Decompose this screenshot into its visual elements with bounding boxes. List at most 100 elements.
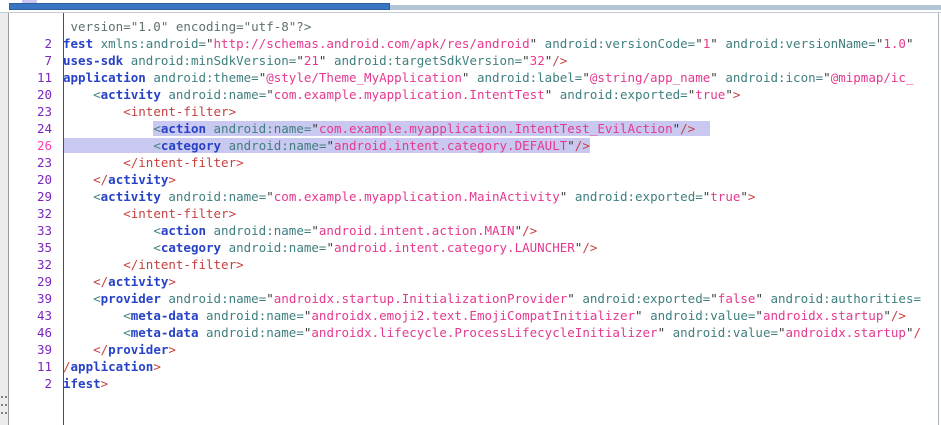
grip-dot xyxy=(1,396,3,398)
code-text[interactable]: <intent-filter> xyxy=(58,205,941,222)
code-text[interactable]: <meta-data android:name="androidx.lifecy… xyxy=(58,324,941,341)
token: > xyxy=(153,359,161,374)
token xyxy=(123,53,131,68)
token xyxy=(643,308,651,323)
code-text[interactable]: version="1.0" encoding="utf-8"?> xyxy=(58,18,941,35)
code-text[interactable]: <category android:name="android.intent.c… xyxy=(58,239,941,256)
token: ifest xyxy=(63,376,101,391)
token: " xyxy=(582,70,590,85)
code-line[interactable]: version="1.0" encoding="utf-8"?> xyxy=(0,18,941,35)
horizontal-scrollbar-thumb[interactable] xyxy=(9,3,390,10)
code-rows[interactable]: version="1.0" encoding="utf-8"?>2fest xm… xyxy=(0,18,941,392)
code-text[interactable]: ifest> xyxy=(58,375,941,392)
selected-token: android:name= xyxy=(214,121,312,136)
token: " xyxy=(515,223,523,238)
token xyxy=(93,36,101,51)
code-line[interactable]: 2fest xmlns:android="http://schemas.andr… xyxy=(0,35,941,52)
code-text[interactable]: uses-sdk android:minSdkVersion="21" andr… xyxy=(58,52,941,69)
token: " xyxy=(266,87,274,102)
selected-token: < xyxy=(153,121,161,136)
code-text[interactable]: <action android:name="com.example.myappl… xyxy=(58,120,941,137)
token xyxy=(63,206,123,221)
token: <intent-filter> xyxy=(123,104,236,119)
token xyxy=(206,223,214,238)
token: version="1.0" encoding="utf-8"?> xyxy=(63,19,311,34)
code-line[interactable]: 29 </activity> xyxy=(0,273,941,290)
token: > xyxy=(168,274,176,289)
token: " xyxy=(658,325,666,340)
code-line[interactable]: 33 <action android:name="android.intent.… xyxy=(0,222,941,239)
code-line[interactable]: 20 </activity> xyxy=(0,171,941,188)
token: < xyxy=(93,189,101,204)
token: true xyxy=(695,87,725,102)
selected-token: android.intent.category.DEFAULT xyxy=(334,138,567,153)
token: < xyxy=(93,87,101,102)
code-line[interactable]: 35 <category android:name="android.inten… xyxy=(0,239,941,256)
code-text[interactable]: <meta-data android:name="androidx.emoji2… xyxy=(58,307,941,324)
gutter-separator-line xyxy=(63,13,64,425)
token: " xyxy=(266,189,274,204)
token: android:label= xyxy=(477,70,582,85)
code-text[interactable]: </activity> xyxy=(58,171,941,188)
token: " xyxy=(710,70,718,85)
code-line[interactable]: 20 <activity android:name="com.example.m… xyxy=(0,86,941,103)
selected-token: com.example.myapplication.IntentTest_Evi… xyxy=(319,121,673,136)
token: android:minSdkVersion= xyxy=(131,53,297,68)
code-line[interactable]: 32 </intent-filter> xyxy=(0,256,941,273)
horizontal-scrollbar-track[interactable] xyxy=(390,5,941,10)
token: " xyxy=(823,70,831,85)
code-text[interactable]: application android:theme="@style/Theme_… xyxy=(58,69,941,86)
code-line[interactable]: 7uses-sdk android:minSdkVersion="21" and… xyxy=(0,52,941,69)
token: " xyxy=(296,53,304,68)
code-line[interactable]: 39 <provider android:name="androidx.star… xyxy=(0,290,941,307)
token xyxy=(198,325,206,340)
token: 1.0 xyxy=(883,36,906,51)
code-text[interactable]: fest xmlns:android="http://schemas.andro… xyxy=(58,35,941,52)
token: /> xyxy=(522,223,537,238)
xml-code-editor[interactable]: version="1.0" encoding="utf-8"?>2fest xm… xyxy=(0,13,941,425)
code-line[interactable]: 32 <intent-filter> xyxy=(0,205,941,222)
code-text[interactable]: </activity> xyxy=(58,273,941,290)
token: > xyxy=(748,189,756,204)
code-text[interactable]: /application> xyxy=(58,358,941,375)
token xyxy=(63,291,93,306)
selected-token: action xyxy=(161,121,206,136)
token xyxy=(63,274,93,289)
token: " xyxy=(567,291,575,306)
token: " xyxy=(710,291,718,306)
token: @string/app_name xyxy=(590,70,710,85)
token: " xyxy=(311,223,319,238)
token: < xyxy=(93,291,101,306)
code-line[interactable]: 43 <meta-data android:name="androidx.emo… xyxy=(0,307,941,324)
code-line[interactable]: 46 <meta-data android:name="androidx.lif… xyxy=(0,324,941,341)
code-line[interactable]: 11application android:theme="@style/Them… xyxy=(0,69,941,86)
code-text[interactable]: <provider android:name="androidx.startup… xyxy=(58,290,941,307)
left-scrollbar-strip[interactable] xyxy=(0,13,9,425)
token: android:versionCode= xyxy=(545,36,696,51)
code-line[interactable]: 24 <action android:name="com.example.mya… xyxy=(0,120,941,137)
code-line[interactable]: 2ifest> xyxy=(0,375,941,392)
token: activity xyxy=(101,87,161,102)
code-text[interactable]: </intent-filter> xyxy=(58,154,941,171)
token: androidx.lifecycle.ProcessLifecycleIniti… xyxy=(311,325,657,340)
code-line[interactable]: 26 <category android:name="android.inten… xyxy=(0,137,941,154)
code-text[interactable]: <category android:name="android.intent.c… xyxy=(58,137,941,154)
code-text[interactable]: <intent-filter> xyxy=(58,103,941,120)
code-line[interactable]: 39 </provider> xyxy=(0,341,941,358)
code-line[interactable]: 23 <intent-filter> xyxy=(0,103,941,120)
code-text[interactable]: </intent-filter> xyxy=(58,256,941,273)
code-line[interactable]: 23 </intent-filter> xyxy=(0,154,941,171)
selected-token: /> xyxy=(680,121,695,136)
code-line[interactable]: 11/application> xyxy=(0,358,941,375)
code-line[interactable]: 29 <activity android:name="com.example.m… xyxy=(0,188,941,205)
token: activity xyxy=(108,172,168,187)
token: android:versionName= xyxy=(725,36,876,51)
code-text[interactable]: <action android:name="android.intent.act… xyxy=(58,222,941,239)
token: " xyxy=(725,87,733,102)
code-text[interactable]: </provider> xyxy=(58,341,941,358)
editor-right-border xyxy=(938,13,939,425)
token: /> xyxy=(552,53,567,68)
selected-token: " xyxy=(311,121,319,136)
code-text[interactable]: <activity android:name="com.example.myap… xyxy=(58,188,941,205)
code-text[interactable]: <activity android:name="com.example.myap… xyxy=(58,86,941,103)
